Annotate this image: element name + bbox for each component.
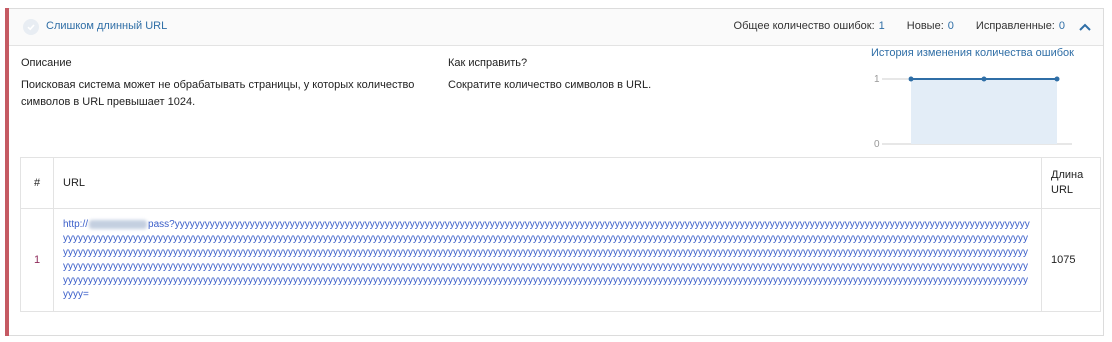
data-point-3[interactable]	[1054, 76, 1060, 82]
description-text: Поисковая система может не обрабатывать …	[21, 79, 415, 108]
description-title: Описание	[21, 57, 72, 69]
table-row: 1 http://pass?yyyyyyyyyyyyyyyyyyyyyyyyyy…	[20, 208, 1101, 312]
new-errors-value: 0	[947, 20, 954, 32]
error-header[interactable]: Слишком длинный URL Общее количество оши…	[9, 9, 1103, 46]
total-errors-label: Общее количество ошибок:	[733, 20, 875, 32]
check-circle-icon[interactable]	[23, 19, 39, 35]
column-header-index: #	[20, 157, 54, 209]
table-header-row: # URL Длина URL	[20, 157, 1101, 209]
fixed-errors-label: Исправленные:	[975, 20, 1055, 32]
url-rest: pass?yyyyyyyyyyyyyyyyyyyyyyyyyyyyyyyyyyy…	[63, 219, 1030, 300]
chevron-up-icon[interactable]	[1077, 19, 1093, 35]
history-link[interactable]: История изменения количества ошибок	[871, 47, 1074, 59]
error-severity-bar	[5, 8, 9, 336]
error-stats: Общее количество ошибок: 1 Новые: 0 Исправ…	[734, 20, 1065, 32]
redacted-domain	[89, 219, 148, 229]
new-errors: Новые: 0	[907, 20, 954, 32]
new-errors-label: Новые:	[906, 20, 944, 32]
column-header-length: Длина URL	[1041, 157, 1101, 209]
total-errors: Общее количество ошибок: 1	[734, 20, 885, 32]
y-tick-label-1: 1	[874, 74, 880, 85]
url-link[interactable]: http://pass?yyyyyyyyyyyyyyyyyyyyyyyyyyyy…	[63, 218, 1032, 302]
history-chart: 1 0	[874, 74, 1072, 150]
fixed-errors: Исправленные: 0	[976, 20, 1065, 32]
url-cell: http://pass?yyyyyyyyyyyyyyyyyyyyyyyyyyyy…	[53, 208, 1042, 312]
fix-text: Сократите количество символов в URL.	[448, 79, 652, 91]
urls-table: # URL Длина URL 1 http://pass?yyyyyyyyyy…	[20, 157, 1101, 312]
data-point-1[interactable]	[908, 76, 914, 82]
fixed-errors-value: 0	[1058, 20, 1065, 32]
series-area	[911, 79, 1057, 144]
url-length: 1075	[1041, 208, 1101, 312]
y-tick-label-0: 0	[874, 139, 880, 150]
error-title[interactable]: Слишком длинный URL	[46, 20, 167, 32]
column-header-url: URL	[53, 157, 1042, 209]
url-prefix: http://	[63, 219, 89, 230]
data-point-2[interactable]	[981, 76, 987, 82]
fix-title: Как исправить?	[448, 57, 528, 69]
total-errors-value: 1	[878, 20, 885, 32]
row-index: 1	[20, 208, 54, 312]
